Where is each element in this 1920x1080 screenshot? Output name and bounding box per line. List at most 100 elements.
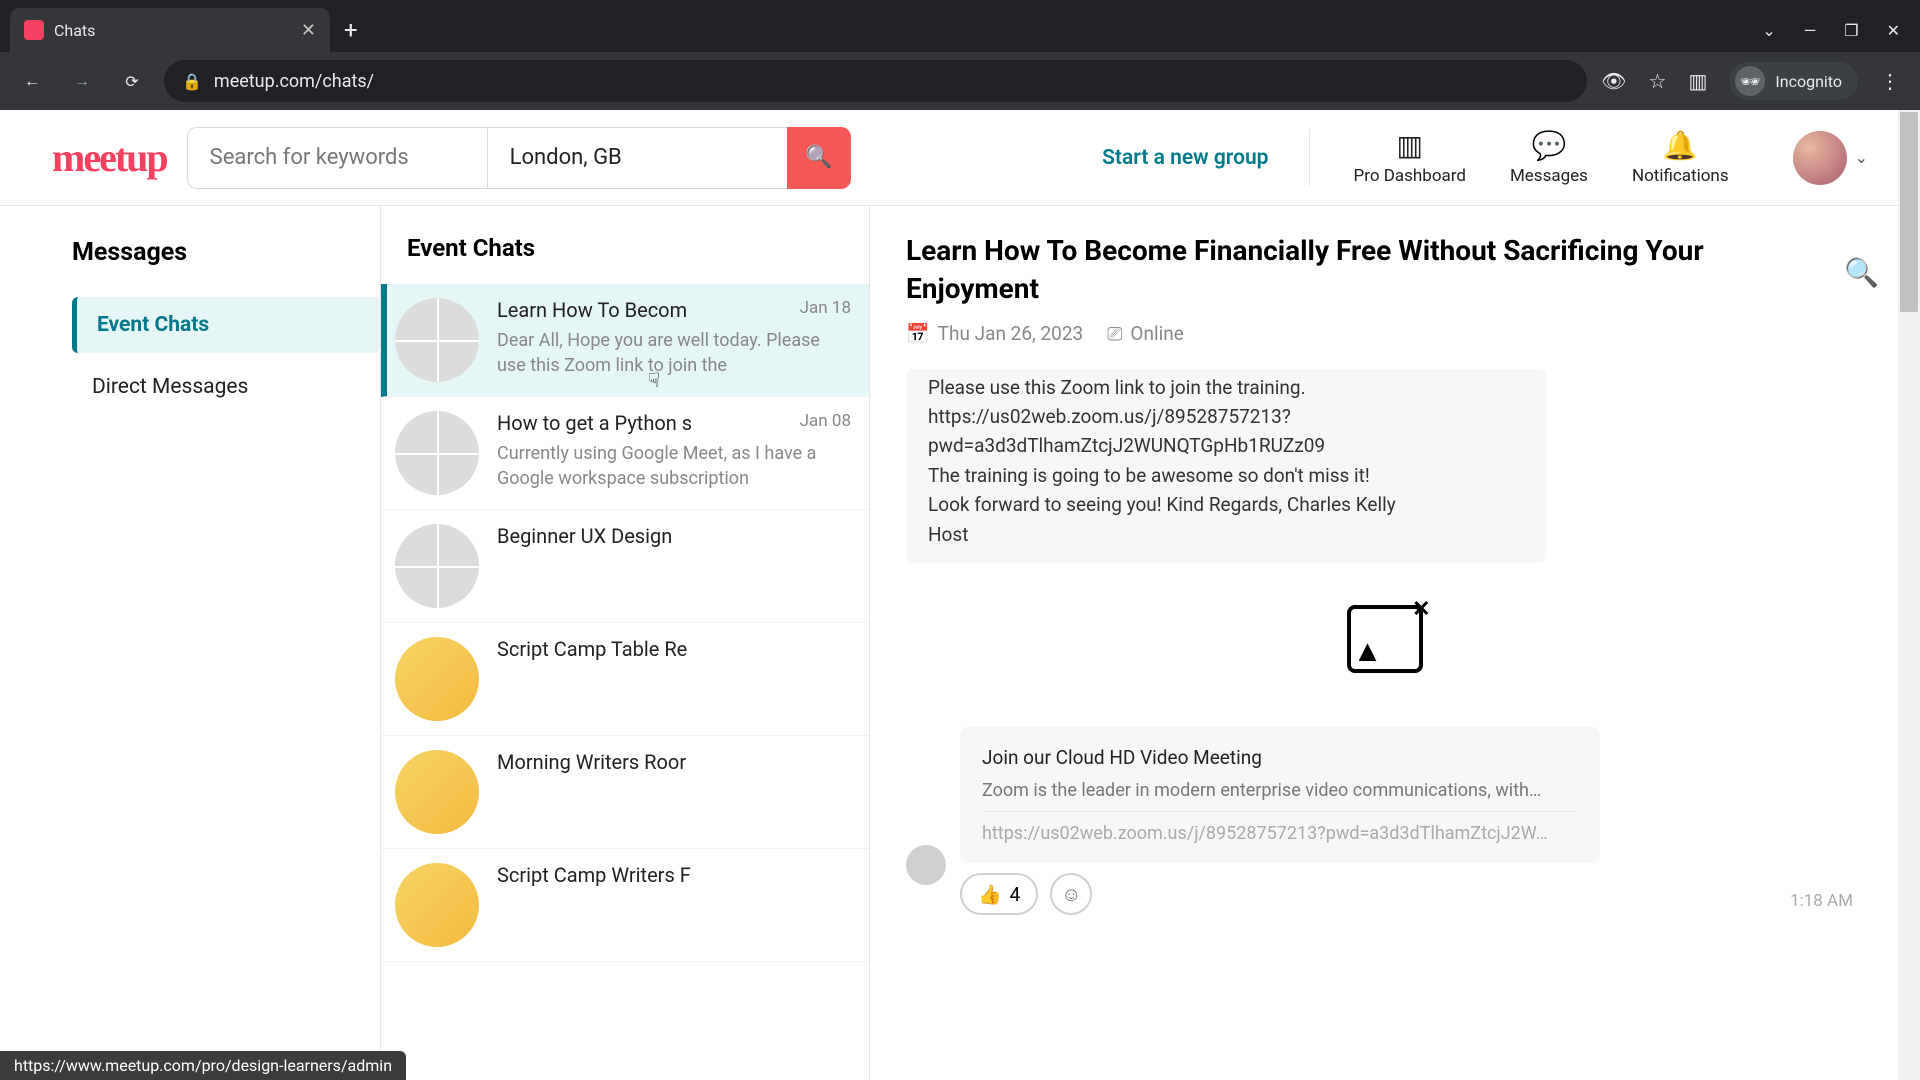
conversation-search-button[interactable]: 🔍: [1844, 256, 1879, 289]
chat-list-item[interactable]: Learn How To Becom Dear All, Hope you are…: [381, 284, 869, 397]
reload-button[interactable]: ⟳: [114, 63, 150, 99]
start-group-link[interactable]: Start a new group: [1102, 146, 1288, 170]
window-controls: ⌄ — ❐ ✕: [1762, 8, 1920, 52]
chat-avatar: [395, 298, 479, 382]
chat-title: Learn How To Becom: [497, 298, 849, 322]
eye-off-icon[interactable]: 👁: [1601, 69, 1626, 93]
chat-list[interactable]: Learn How To Becom Dear All, Hope you are…: [381, 284, 869, 1080]
search-keywords-input[interactable]: Search for keywords: [187, 127, 487, 189]
link-title: Join our Cloud HD Video Meeting: [982, 743, 1578, 772]
sidebar-title: Messages: [72, 238, 380, 267]
chat-date: Jan 18: [800, 298, 851, 318]
dashboard-icon: ▥: [1396, 129, 1422, 162]
chat-list-panel: Event Chats ▲ Learn How To BecomDear All…: [380, 206, 870, 1080]
header-actions: ▥ Pro Dashboard 💬 Messages 🔔 Notificatio…: [1309, 129, 1869, 186]
reaction-thumbs-up[interactable]: 👍 4: [960, 873, 1038, 915]
close-tab-icon[interactable]: ✕: [301, 20, 316, 41]
link-preview-card[interactable]: Join our Cloud HD Video Meeting Zoom is …: [960, 727, 1600, 863]
action-label: Pro Dashboard: [1354, 166, 1466, 186]
message-timestamp: 1:18 AM: [1790, 891, 1853, 915]
chat-avatar: [395, 863, 479, 947]
forward-button[interactable]: →: [64, 63, 100, 99]
chat-preview: Currently using Google Meet, as I have a…: [497, 441, 849, 491]
meetup-logo[interactable]: meetup: [52, 134, 167, 181]
tab-title: Chats: [54, 21, 95, 40]
active-tab[interactable]: Chats ✕: [10, 8, 330, 52]
chat-list-item[interactable]: Morning Writers Roor: [381, 736, 869, 849]
chat-avatar: [395, 411, 479, 495]
link-url: https://us02web.zoom.us/j/89528757213?pw…: [982, 811, 1578, 848]
search-icon: 🔍: [805, 145, 832, 170]
sender-avatar: [906, 845, 946, 885]
notifications-link[interactable]: 🔔 Notifications: [1632, 129, 1729, 186]
chat-list-item[interactable]: Beginner UX Design: [381, 510, 869, 623]
back-button[interactable]: ←: [14, 63, 50, 99]
main-layout: Messages Event Chats Direct Messages Eve…: [0, 206, 1920, 1080]
chat-title: Script Camp Writers F: [497, 863, 849, 887]
add-reaction-button[interactable]: ☺: [1050, 873, 1092, 915]
reaction-count: 4: [1010, 883, 1021, 906]
conv-mode: Online: [1130, 322, 1183, 345]
message-row: Join our Cloud HD Video Meeting Zoom is …: [906, 727, 1863, 915]
profile-menu[interactable]: ⌄: [1793, 131, 1868, 185]
video-icon: ⎚: [1107, 322, 1122, 345]
chat-list-item[interactable]: Script Camp Writers F: [381, 849, 869, 962]
page-scrollbar[interactable]: [1898, 110, 1920, 1080]
incognito-icon: 🕶: [1735, 66, 1765, 96]
minimize-icon[interactable]: —: [1804, 21, 1817, 40]
messages-link[interactable]: 💬 Messages: [1510, 129, 1588, 186]
search-button[interactable]: 🔍: [787, 127, 851, 189]
search-icon: 🔍: [1844, 256, 1879, 289]
chat-avatar: [395, 637, 479, 721]
status-bar: https://www.meetup.com/pro/design-learne…: [0, 1051, 406, 1080]
lock-icon: 🔒: [182, 72, 202, 91]
incognito-label: Incognito: [1775, 72, 1842, 91]
address-bar: ← → ⟳ 🔒 meetup.com/chats/ 👁 ☆ ▥ 🕶 Incogn…: [0, 52, 1920, 110]
messages-sidebar: Messages Event Chats Direct Messages: [0, 206, 380, 1080]
search-location-input[interactable]: London, GB: [487, 127, 787, 189]
calendar-icon: 📅: [906, 322, 930, 345]
chat-list-item[interactable]: How to get a Python s Currently using Goo…: [381, 397, 869, 510]
message-bubble: Please use this Zoom link to join the tr…: [906, 369, 1546, 564]
avatar: [1793, 131, 1847, 185]
chevron-down-icon[interactable]: ⌄: [1762, 21, 1775, 40]
chat-title: How to get a Python s: [497, 411, 849, 435]
url-text: meetup.com/chats/: [214, 71, 374, 92]
browser-chrome: Chats ✕ + ⌄ — ❐ ✕ ← → ⟳ 🔒 meetup.com/cha…: [0, 0, 1920, 110]
chat-avatar: [395, 750, 479, 834]
chat-date: Jan 08: [800, 411, 851, 431]
action-label: Notifications: [1632, 166, 1729, 186]
broken-image-icon: [1347, 605, 1423, 673]
browser-menu-icon[interactable]: ⋮: [1880, 69, 1900, 93]
chat-title: Beginner UX Design: [497, 524, 849, 548]
new-tab-button[interactable]: +: [330, 8, 372, 52]
chat-preview: Dear All, Hope you are well today. Pleas…: [497, 328, 849, 378]
incognito-badge[interactable]: 🕶 Incognito: [1729, 62, 1858, 100]
site-header: meetup Search for keywords London, GB 🔍 …: [0, 110, 1920, 206]
link-description: Zoom is the leader in modern enterprise …: [982, 777, 1578, 805]
chat-list-title: Event Chats: [381, 206, 869, 284]
conversation-body[interactable]: Please use this Zoom link to join the tr…: [870, 363, 1919, 1080]
chat-title: Script Camp Table Re: [497, 637, 849, 661]
chevron-down-icon: ⌄: [1855, 148, 1868, 167]
chat-title: Morning Writers Roor: [497, 750, 849, 774]
star-icon[interactable]: ☆: [1649, 69, 1667, 93]
scrollbar-thumb[interactable]: [1900, 112, 1918, 312]
pro-dashboard-link[interactable]: ▥ Pro Dashboard: [1354, 129, 1466, 186]
browser-right-icons: 👁 ☆ ▥ 🕶 Incognito ⋮: [1601, 62, 1906, 100]
bell-icon: 🔔: [1663, 129, 1698, 162]
close-window-icon[interactable]: ✕: [1887, 21, 1900, 40]
tab-bar: Chats ✕ + ⌄ — ❐ ✕: [0, 0, 1920, 52]
url-input[interactable]: 🔒 meetup.com/chats/: [164, 60, 1587, 102]
conversation-panel: Learn How To Become Financially Free Wit…: [870, 206, 1920, 1080]
sidebar-item-direct-messages[interactable]: Direct Messages: [72, 359, 380, 415]
chat-avatar: [395, 524, 479, 608]
extensions-icon[interactable]: ▥: [1688, 69, 1707, 93]
maximize-icon[interactable]: ❐: [1844, 21, 1858, 40]
action-label: Messages: [1510, 166, 1588, 186]
chat-list-item[interactable]: Script Camp Table Re: [381, 623, 869, 736]
sidebar-item-event-chats[interactable]: Event Chats: [72, 297, 380, 353]
conversation-meta: 📅Thu Jan 26, 2023 ⎚Online: [906, 322, 1843, 345]
chat-icon: 💬: [1532, 129, 1567, 162]
conversation-title: Learn How To Become Financially Free Wit…: [906, 232, 1843, 308]
